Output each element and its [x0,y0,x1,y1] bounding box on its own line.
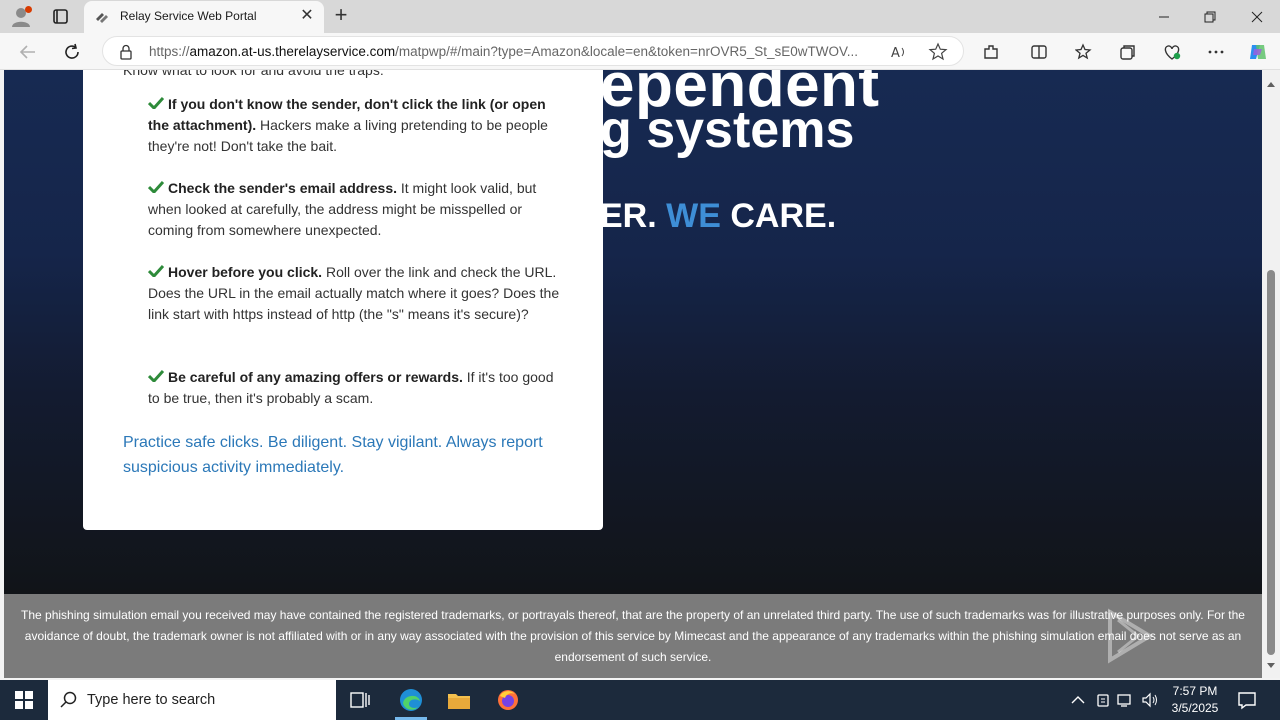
back-icon[interactable] [15,39,41,65]
search-placeholder: Type here to search [87,692,216,708]
extensions-icon[interactable] [979,40,1003,64]
notifications-icon[interactable] [1236,689,1258,711]
restore-icon[interactable] [1187,0,1233,33]
check-icon [147,178,165,195]
browser-essentials-icon[interactable] [1160,40,1184,64]
title-bar: Relay Service Web Portal ✕ + [0,0,1280,33]
tips-card: Know what to look for and avoid the trap… [83,70,603,530]
read-aloud-icon[interactable]: A [889,42,909,62]
clock-date: 3/5/2025 [1171,701,1219,715]
navigation-bar: https://amazon.at-us.therelayservice.com… [0,33,1280,70]
scroll-down-arrow-icon[interactable] [1266,658,1276,668]
refresh-icon[interactable] [59,39,85,65]
minimize-icon[interactable] [1141,0,1187,33]
taskbar-search-box[interactable]: Type here to search [48,680,336,720]
svg-text:A: A [891,46,900,61]
taskbar: Type here to search 7:57 PM 3/5/2025 [0,680,1280,720]
hero-heading-line2: g systems [600,101,855,159]
hero-tagline: ER. WE CARE. [600,197,837,235]
check-icon [147,94,165,111]
relay-favicon-icon [94,9,110,25]
vertical-scrollbar[interactable] [1262,70,1280,678]
new-tab-icon[interactable]: + [330,4,352,28]
task-view-icon[interactable] [336,680,384,720]
windows-start-icon[interactable] [0,680,48,720]
check-icon [147,262,165,279]
collections-icon[interactable] [1116,40,1140,64]
volume-icon[interactable] [1140,690,1160,710]
tip-item: If you don't know the sender, don't clic… [147,94,548,154]
check-icon [147,367,165,384]
tray-app-icon[interactable] [1093,690,1113,710]
scrollbar-thumb[interactable] [1267,270,1275,655]
favorite-star-icon[interactable] [928,42,948,62]
copilot-icon[interactable] [1246,40,1270,64]
clock-time: 7:57 PM [1172,684,1218,698]
taskbar-clock[interactable]: 7:57 PM 3/5/2025 [1160,683,1230,717]
address-bar[interactable]: https://amazon.at-us.therelayservice.com… [102,36,964,66]
tip-item: Hover before you click. Roll over the li… [147,262,560,322]
page-viewport: ependent g systems ER. WE CARE. Know wha… [0,70,1262,678]
tip-item: Check the sender's email address. It mig… [147,178,537,238]
anyrun-logo-icon [1108,608,1154,664]
anyrun-watermark [1038,606,1228,666]
notification-dot [25,6,32,13]
closing-message: Practice safe clicks. Be diligent. Stay … [123,434,543,476]
card-intro: Know what to look for and avoid the trap… [123,70,384,78]
tab-actions-icon[interactable] [46,5,74,29]
more-options-icon[interactable] [1204,40,1228,64]
edge-browser-icon[interactable] [387,680,435,720]
split-screen-icon[interactable] [1027,40,1051,64]
file-explorer-icon[interactable] [435,680,483,720]
network-icon[interactable] [1116,690,1136,710]
url-text[interactable]: https://amazon.at-us.therelayservice.com… [149,44,884,59]
favorites-icon[interactable] [1072,40,1096,64]
profile-avatar-icon[interactable] [8,4,34,30]
tip-item: Be careful of any amazing offers or rewa… [147,367,554,406]
show-hidden-icons-icon[interactable] [1068,690,1088,710]
close-window-icon[interactable] [1234,0,1280,33]
browser-tab-active[interactable]: Relay Service Web Portal ✕ [84,1,324,33]
search-icon [60,691,78,709]
tab-close-icon[interactable]: ✕ [298,7,316,25]
tab-title: Relay Service Web Portal [120,9,257,23]
scroll-up-arrow-icon[interactable] [1266,76,1276,87]
lock-icon[interactable] [119,44,133,60]
firefox-icon[interactable] [484,680,532,720]
